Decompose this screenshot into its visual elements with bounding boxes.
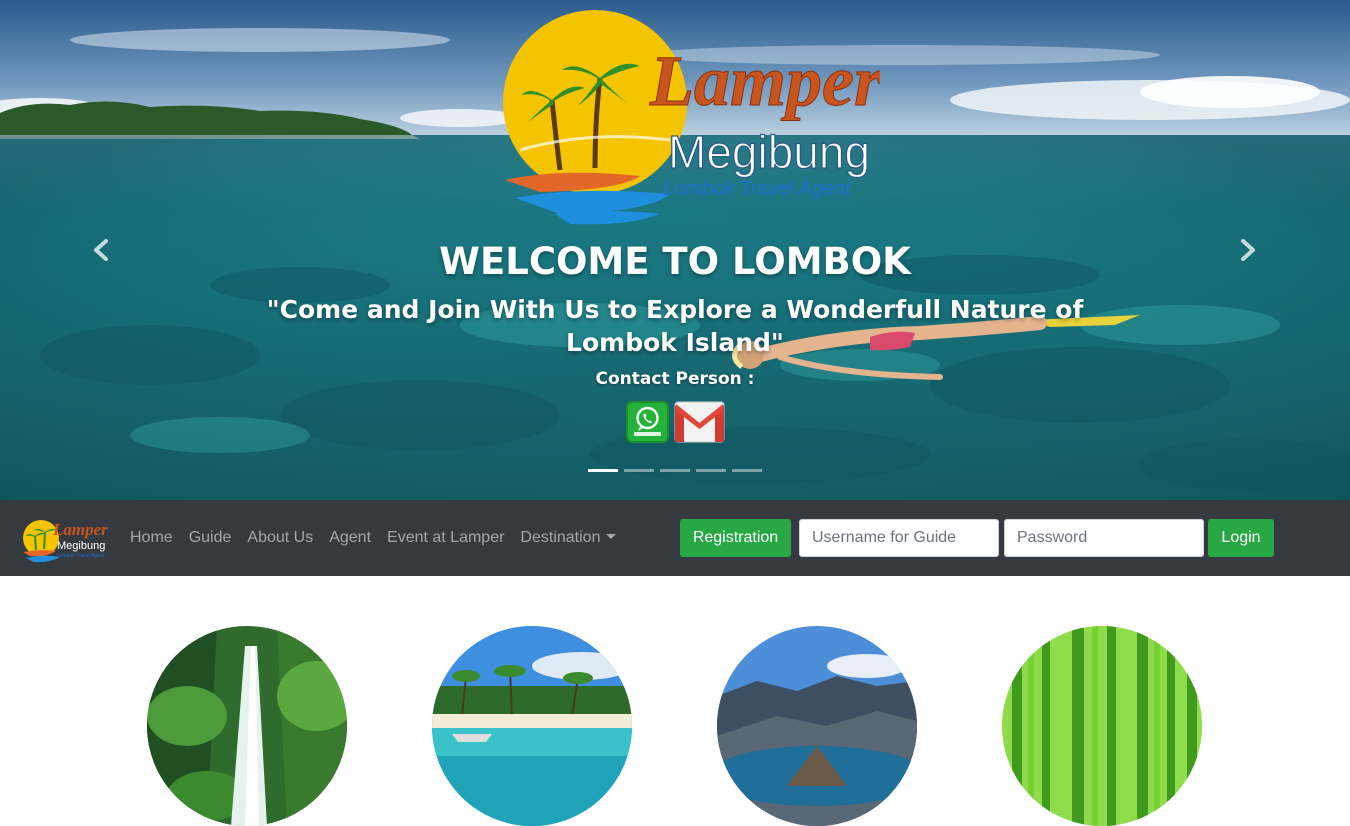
contact-icons [626, 401, 725, 443]
destination-beach-image[interactable] [432, 626, 632, 826]
password-input[interactable] [1004, 519, 1204, 557]
navbar-brand-logo[interactable]: Lamper Megibung Lombok Travel Agent [20, 512, 108, 564]
navbar-logo-tagline: Lombok Travel Agent [57, 553, 105, 559]
nav-links: Home Guide About Us Agent Event at Lampe… [130, 528, 632, 548]
carousel-indicator-4[interactable] [696, 469, 726, 472]
logo-word-megibung: Megibung [668, 126, 870, 178]
contact-person-label: Contact Person : [595, 369, 755, 389]
carousel-indicators [588, 469, 762, 472]
carousel-indicator-3[interactable] [660, 469, 690, 472]
whatsapp-icon[interactable] [626, 401, 669, 443]
username-input[interactable] [799, 519, 999, 557]
hero-carousel: Lamper Megibung Lombok Travel Agent WELC… [0, 0, 1350, 500]
nav-link-guide[interactable]: Guide [189, 528, 232, 548]
nav-dropdown-destination-label: Destination [520, 529, 601, 546]
destination-bamboo-forest-image[interactable] [1002, 626, 1202, 826]
nav-dropdown-destination[interactable]: Destination [520, 528, 617, 548]
nav-link-event-at-lamper[interactable]: Event at Lamper [387, 528, 504, 548]
gmail-icon[interactable] [674, 401, 725, 443]
carousel-indicator-2[interactable] [624, 469, 654, 472]
carousel-indicator-5[interactable] [732, 469, 762, 472]
nav-link-home[interactable]: Home [130, 528, 173, 548]
hero-title: WELCOME TO LOMBOK [439, 240, 911, 283]
destination-waterfall-image[interactable] [147, 626, 347, 826]
nav-link-about-us[interactable]: About Us [247, 528, 313, 548]
nav-link-agent[interactable]: Agent [329, 528, 371, 548]
login-button[interactable]: Login [1208, 519, 1274, 557]
caret-down-icon [606, 534, 617, 539]
registration-button[interactable]: Registration [680, 519, 791, 557]
brand-logo: Lamper Megibung Lombok Travel Agent [503, 10, 880, 225]
navbar-logo-word-megibung: Megibung [57, 540, 105, 552]
destination-crater-lake-image[interactable] [717, 626, 917, 826]
hero-subtitle: "Come and Join With Us to Explore a Wond… [266, 295, 1084, 357]
carousel-indicator-1[interactable] [588, 469, 618, 472]
island [0, 101, 420, 139]
logo-tagline: Lombok Travel Agent [663, 178, 852, 200]
navbar-logo-word-lamper: Lamper [52, 520, 108, 539]
logo-word-lamper: Lamper [649, 41, 880, 121]
